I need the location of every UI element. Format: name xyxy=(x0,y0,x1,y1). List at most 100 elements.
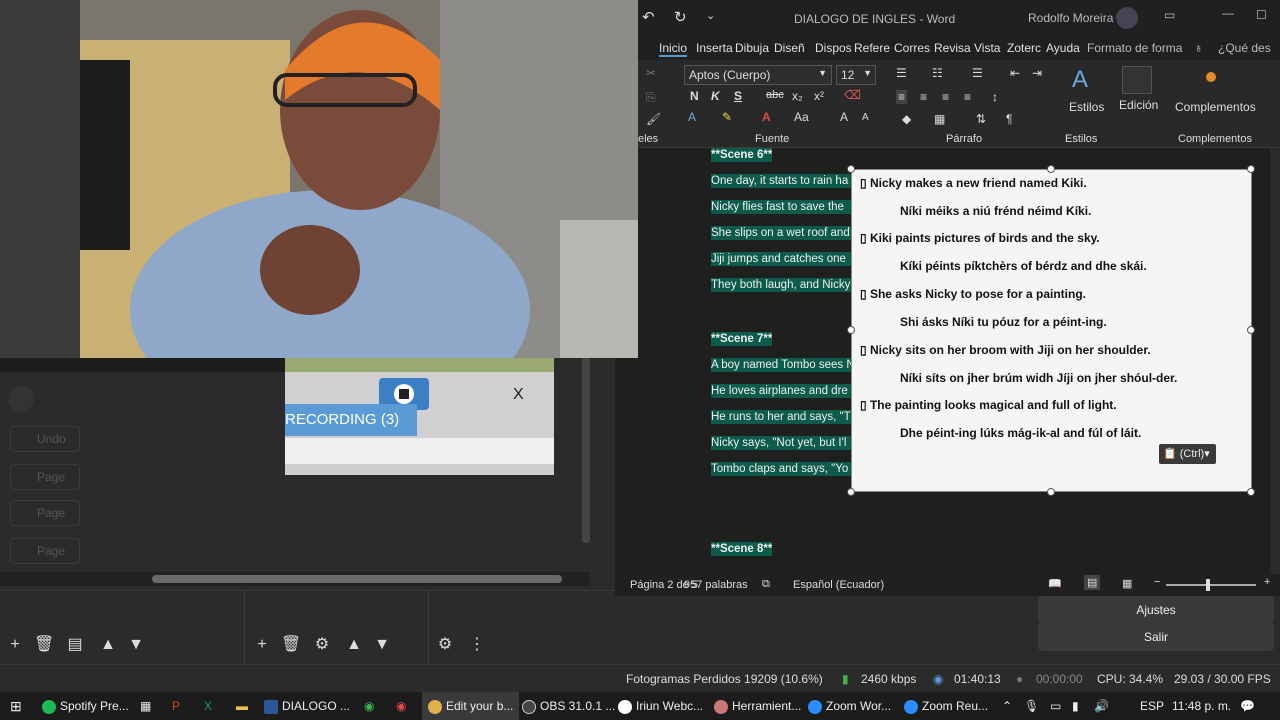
resize-handle[interactable] xyxy=(847,165,855,173)
subscript-icon[interactable]: x₂ xyxy=(792,89,803,103)
taskbar-obs[interactable]: OBS 31.0.1 ... xyxy=(522,692,615,720)
chrome-icon[interactable]: ◉ xyxy=(396,692,406,720)
web-layout-icon[interactable]: ▦ xyxy=(1122,577,1132,590)
calculator-icon[interactable]: ▦ xyxy=(140,692,151,720)
resize-handle[interactable] xyxy=(1247,165,1255,173)
windows-start-icon[interactable]: ⊞ xyxy=(10,692,22,720)
page-button[interactable]: Page xyxy=(10,500,80,526)
italic-icon[interactable]: K xyxy=(711,89,720,103)
line-spacing-icon[interactable]: ↕ xyxy=(992,90,998,104)
proofing-icon[interactable]: ⧉ xyxy=(762,578,770,591)
numbering-icon[interactable]: ☷ xyxy=(932,66,943,80)
zoom-slider[interactable] xyxy=(1166,579,1256,591)
addins-icon[interactable] xyxy=(1206,72,1216,82)
tab-insertar[interactable]: Inserta xyxy=(696,41,733,55)
justify-icon[interactable]: ≡ xyxy=(964,90,971,104)
increase-indent-icon[interactable]: ⇥ xyxy=(1032,66,1042,80)
text-box[interactable]: ▯ Nicky makes a new friend named Kiki. N… xyxy=(851,169,1252,492)
show-marks-icon[interactable]: ¶ xyxy=(1006,112,1012,126)
move-down-icon[interactable]: ▼ xyxy=(127,636,145,654)
tab-correspondencia[interactable]: Corres xyxy=(894,41,930,55)
resize-handle[interactable] xyxy=(1047,165,1055,173)
horizontal-scrollbar[interactable] xyxy=(0,572,590,586)
powerpoint-icon[interactable]: P xyxy=(172,692,180,720)
ribbon-display-icon[interactable]: ▭ xyxy=(1164,8,1175,22)
text-effects-icon[interactable]: A xyxy=(688,110,696,124)
align-left-icon[interactable]: ≡ xyxy=(896,90,908,104)
taskbar-chrome-window[interactable]: Edit your b... xyxy=(422,692,520,720)
notifications-icon[interactable]: 💬 xyxy=(1240,692,1255,720)
tab-disposicion[interactable]: Dispos xyxy=(815,41,852,55)
tell-me-search[interactable]: ¿Qué des xyxy=(1218,41,1271,55)
undo-icon[interactable]: ↶ xyxy=(642,8,655,26)
resize-handle[interactable] xyxy=(1047,488,1055,496)
shrink-font-icon[interactable]: A xyxy=(862,112,869,123)
resize-handle[interactable] xyxy=(847,488,855,496)
clock[interactable]: 11:48 p. m. xyxy=(1172,692,1231,720)
tab-zotero[interactable]: Zoterc xyxy=(1007,41,1041,55)
addins-button[interactable]: Complementos xyxy=(1175,100,1256,114)
tab-formato-forma[interactable]: Formato de forma xyxy=(1087,41,1182,55)
source-settings-icon[interactable]: ⚙ xyxy=(313,636,331,654)
remove-scene-icon[interactable]: 🗑 xyxy=(34,636,54,654)
bullets-icon[interactable]: ☰ xyxy=(896,66,907,80)
read-mode-icon[interactable]: 📖 xyxy=(1048,577,1062,590)
zoom-slider-thumb[interactable] xyxy=(1206,579,1210,591)
filters-icon[interactable]: ▤ xyxy=(66,636,84,654)
tab-diseno[interactable]: Diseñ xyxy=(774,41,805,55)
add-scene-icon[interactable]: + xyxy=(6,636,24,654)
tab-referencias[interactable]: Refere xyxy=(854,41,890,55)
exit-button[interactable]: Salir xyxy=(1038,623,1274,651)
lightbulb-icon[interactable]: ♁ xyxy=(1194,41,1203,55)
clear-formatting-icon[interactable]: ⌫ xyxy=(844,88,861,102)
superscript-icon[interactable]: x² xyxy=(814,89,824,103)
paste-options-button[interactable]: 📋 (Ctrl)▾ xyxy=(1159,444,1216,464)
font-color-icon[interactable]: A xyxy=(762,110,771,124)
back-arrow-icon[interactable] xyxy=(8,386,34,412)
cut-icon[interactable]: ✂ xyxy=(646,66,656,80)
remove-source-icon[interactable]: 🗑 xyxy=(281,636,301,654)
network-icon[interactable]: ▭ xyxy=(1050,692,1061,720)
taskbar-word[interactable]: DIALOGO ... xyxy=(264,692,350,720)
folder-icon[interactable]: ▬ xyxy=(236,692,248,720)
align-right-icon[interactable]: ≡ xyxy=(942,90,949,104)
taskbar-tools[interactable]: Herramient... xyxy=(714,692,801,720)
search-icon[interactable] xyxy=(1122,66,1152,94)
editing-button[interactable]: Edición xyxy=(1119,98,1158,112)
page-button[interactable]: Page xyxy=(10,538,80,564)
document-area[interactable]: **Scene 6** One day, it starts to rain h… xyxy=(638,148,1270,574)
styles-icon[interactable]: A xyxy=(1072,66,1088,94)
more-options-icon[interactable]: ⋮ xyxy=(468,636,486,654)
styles-button[interactable]: Estilos xyxy=(1069,100,1104,114)
taskbar-spotify[interactable]: Spotify Pre... xyxy=(42,692,129,720)
taskbar-zoom-meeting[interactable]: Zoom Reu... xyxy=(904,692,988,720)
decrease-indent-icon[interactable]: ⇤ xyxy=(1010,66,1020,80)
add-source-icon[interactable]: + xyxy=(253,636,271,654)
tab-dibujar[interactable]: Dibuja xyxy=(735,41,769,55)
underline-icon[interactable]: S xyxy=(734,89,742,103)
change-case-icon[interactable]: Aa xyxy=(794,110,809,124)
highlight-icon[interactable]: ✎ xyxy=(722,110,732,124)
font-size-select[interactable]: 12 ▼ xyxy=(836,65,876,85)
move-up-icon[interactable]: ▲ xyxy=(345,636,363,654)
mixer-settings-icon[interactable]: ⚙ xyxy=(436,636,454,654)
settings-button[interactable]: Ajustes xyxy=(1038,596,1274,624)
multilevel-list-icon[interactable]: ☰ xyxy=(972,66,983,80)
language-indicator[interactable]: ESP xyxy=(1140,692,1164,720)
vertical-scrollbar[interactable] xyxy=(1270,148,1280,574)
resize-handle[interactable] xyxy=(1247,326,1255,334)
copy-icon[interactable]: ⎘ xyxy=(646,90,656,105)
grow-font-icon[interactable]: A xyxy=(840,110,848,124)
page-button[interactable]: Page xyxy=(10,464,80,490)
tray-overflow-icon[interactable]: ⌃ xyxy=(1002,692,1012,720)
microphone-icon[interactable]: 🎙 xyxy=(1024,692,1039,720)
move-down-icon[interactable]: ▼ xyxy=(373,636,391,654)
whatsapp-icon[interactable]: ◉ xyxy=(364,692,374,720)
volume-icon[interactable]: 🔊 xyxy=(1094,692,1109,720)
format-painter-icon[interactable]: 🖌 xyxy=(646,112,661,126)
strikethrough-icon[interactable]: abc xyxy=(766,89,784,101)
customize-toolbar-icon[interactable]: ⌄ xyxy=(706,9,715,22)
user-name[interactable]: Rodolfo Moreira xyxy=(1028,11,1113,25)
language-status[interactable]: Español (Ecuador) xyxy=(793,579,884,591)
resize-handle[interactable] xyxy=(847,326,855,334)
